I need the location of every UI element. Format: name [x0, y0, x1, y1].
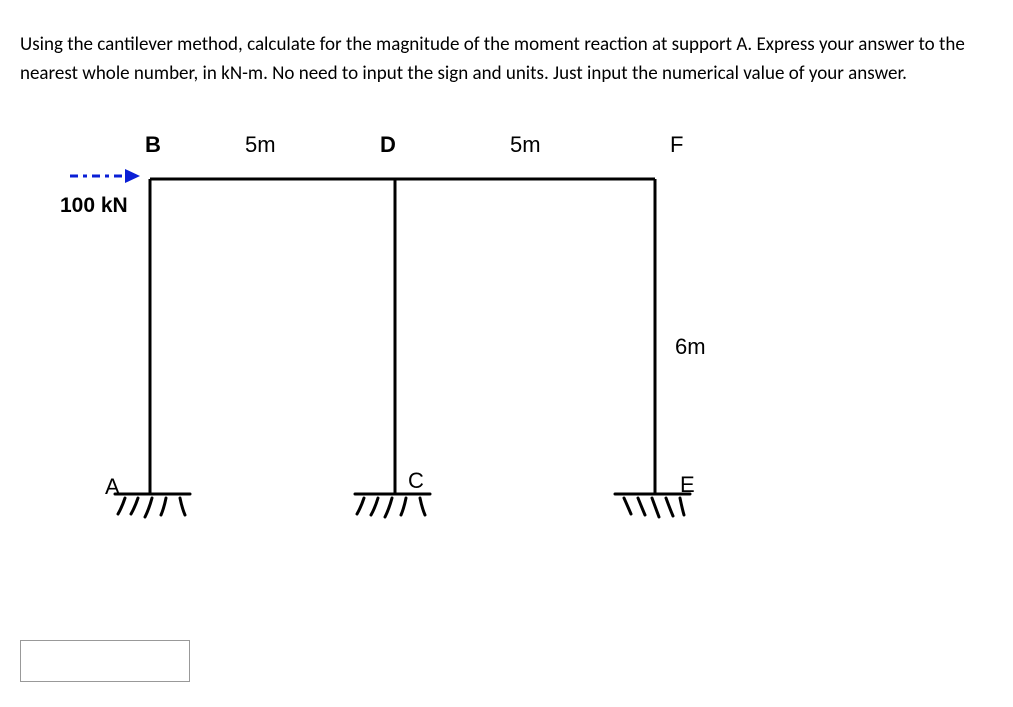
diagram-svg: [30, 114, 730, 554]
support-c-icon: [355, 494, 430, 517]
answer-input[interactable]: [20, 640, 190, 682]
label-a: A: [105, 474, 120, 500]
label-span-df: 5m: [510, 132, 541, 158]
label-d: D: [380, 132, 396, 158]
load-arrow-icon: [70, 169, 140, 183]
question-text: Using the cantilever method, calculate f…: [20, 30, 993, 89]
structural-diagram: B 5m D 5m F 100 kN 6m A C E: [30, 114, 730, 554]
support-a-icon: [115, 494, 190, 517]
label-load: 100 kN: [60, 194, 128, 218]
label-height: 6m: [675, 334, 706, 360]
label-f: F: [670, 132, 683, 158]
label-c: C: [408, 468, 424, 494]
label-e: E: [680, 472, 695, 498]
label-span-bd: 5m: [245, 132, 276, 158]
support-e-icon: [615, 494, 690, 517]
label-b: B: [145, 132, 161, 158]
